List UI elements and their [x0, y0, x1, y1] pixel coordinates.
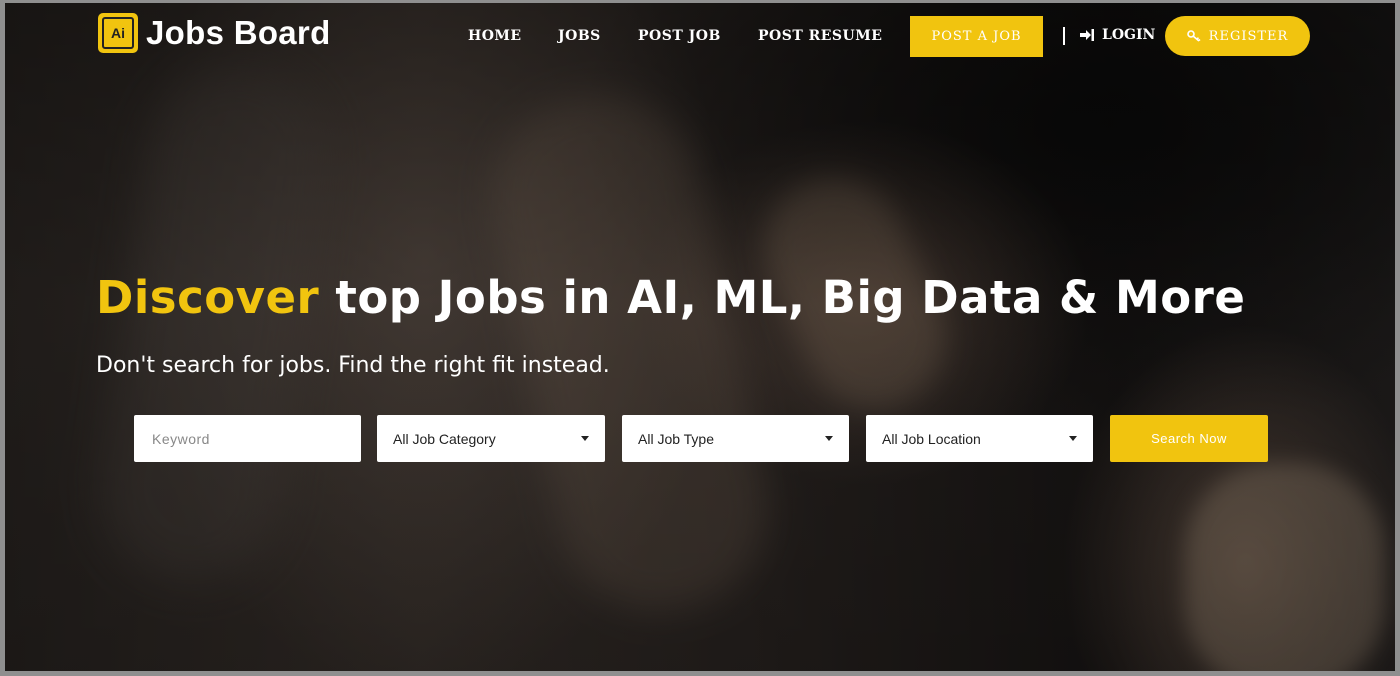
- job-type-value: All Job Type: [638, 430, 715, 447]
- keyword-input[interactable]: Keyword: [134, 415, 361, 462]
- nav-jobs[interactable]: JOBS: [558, 28, 601, 44]
- caret-down-icon: [1069, 436, 1077, 441]
- post-a-job-button[interactable]: POST A JOB: [910, 16, 1043, 57]
- background-overlay: [5, 3, 1395, 671]
- register-label: REGISTER: [1208, 28, 1289, 44]
- hero-section: Ai Jobs Board HOME JOBS POST JOB POST RE…: [5, 3, 1395, 671]
- nav-home[interactable]: HOME: [468, 28, 522, 44]
- caret-down-icon: [581, 436, 589, 441]
- hero-title-accent: Discover: [96, 271, 320, 324]
- caret-down-icon: [825, 436, 833, 441]
- job-location-value: All Job Location: [882, 430, 981, 447]
- hero-title: Discover top Jobs in AI, ML, Big Data & …: [96, 271, 1245, 324]
- job-category-select[interactable]: All Job Category: [377, 415, 605, 462]
- job-location-select[interactable]: All Job Location: [866, 415, 1093, 462]
- site-logo[interactable]: Ai Jobs Board: [98, 13, 331, 53]
- login-link[interactable]: LOGIN: [1080, 27, 1155, 43]
- hero-title-rest: top Jobs in AI, ML, Big Data & More: [319, 271, 1246, 324]
- nav-post-resume[interactable]: POST RESUME: [758, 28, 882, 44]
- nav-divider: [1063, 27, 1065, 45]
- logo-chip-label: Ai: [111, 25, 125, 41]
- login-label: LOGIN: [1102, 27, 1156, 43]
- job-category-value: All Job Category: [393, 430, 496, 447]
- nav-post-job[interactable]: POST JOB: [638, 28, 721, 44]
- key-icon: [1186, 30, 1201, 42]
- chip-logo-icon: Ai: [98, 13, 138, 53]
- search-now-button[interactable]: Search Now: [1110, 415, 1268, 462]
- logo-text: Jobs Board: [146, 14, 331, 51]
- login-arrow-icon: [1080, 29, 1094, 41]
- hero-subtitle: Don't search for jobs. Find the right fi…: [96, 353, 610, 378]
- job-type-select[interactable]: All Job Type: [622, 415, 849, 462]
- register-button[interactable]: REGISTER: [1165, 16, 1310, 56]
